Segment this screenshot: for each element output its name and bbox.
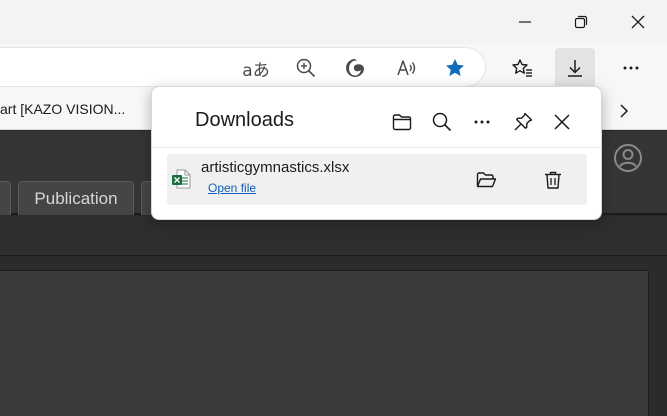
favorite-this-page-button[interactable] <box>435 48 475 88</box>
restore-icon <box>574 15 588 29</box>
search-icon <box>432 112 452 132</box>
read-aloud-button[interactable] <box>386 48 426 88</box>
favorites-button[interactable] <box>502 48 542 88</box>
favorites-collections-icon <box>512 59 532 77</box>
close-downloads-button[interactable] <box>545 105 579 139</box>
close-icon <box>554 114 570 130</box>
show-in-folder-button[interactable] <box>472 166 500 194</box>
open-file-link[interactable]: Open file <box>208 181 256 195</box>
minimize-button[interactable] <box>497 0 553 44</box>
tab-publication[interactable]: Publication <box>18 181 134 215</box>
favorites-overflow-button[interactable] <box>612 98 636 124</box>
zoom-icon <box>296 58 316 78</box>
title-bar <box>0 0 667 44</box>
delete-download-button[interactable] <box>539 166 567 194</box>
folder-open-icon <box>476 172 497 188</box>
folder-icon <box>392 114 412 131</box>
download-item[interactable]: artisticgymnastics.xlsx Open file <box>167 154 587 205</box>
settings-and-more-button[interactable] <box>611 48 651 88</box>
close-icon <box>631 15 645 29</box>
trash-icon <box>545 171 561 189</box>
downloads-more-options-button[interactable] <box>465 105 499 139</box>
excel-file-icon <box>172 169 191 189</box>
downloads-title: Downloads <box>195 109 294 131</box>
pin-downloads-button[interactable] <box>506 105 540 139</box>
tab-previous[interactable] <box>0 181 11 215</box>
browser-toolbar: aあ <box>0 44 667 92</box>
downloads-flyout: Downloads artisticgymnastics.xlsx Open f… <box>151 86 602 220</box>
edge-copilot-icon <box>346 59 364 77</box>
page-subheader <box>0 216 667 256</box>
content-panel <box>0 270 649 416</box>
open-downloads-folder-button[interactable] <box>385 105 419 139</box>
copilot-button[interactable] <box>335 48 375 88</box>
close-window-button[interactable] <box>610 0 666 44</box>
minimize-icon <box>519 21 531 23</box>
search-downloads-button[interactable] <box>425 105 459 139</box>
more-icon <box>474 120 490 124</box>
page-content <box>0 256 667 416</box>
read-aloud-icon <box>397 60 416 76</box>
zoom-button[interactable] <box>286 48 326 88</box>
favorite-star-icon <box>446 59 464 76</box>
downloads-button[interactable] <box>555 48 595 88</box>
download-file-name: artisticgymnastics.xlsx <box>201 159 350 176</box>
user-avatar-icon[interactable] <box>613 143 643 173</box>
downloads-divider <box>152 147 601 148</box>
restore-button[interactable] <box>553 0 609 44</box>
downloads-icon <box>568 60 582 77</box>
translate-button[interactable]: aあ <box>236 48 276 88</box>
pin-icon <box>514 112 533 131</box>
chevron-right-icon <box>620 104 629 118</box>
favorites-bar-item[interactable]: art [KAZO VISION... <box>0 101 125 117</box>
read-aloud-translate-icon: aあ <box>242 60 270 81</box>
more-icon <box>623 66 639 70</box>
